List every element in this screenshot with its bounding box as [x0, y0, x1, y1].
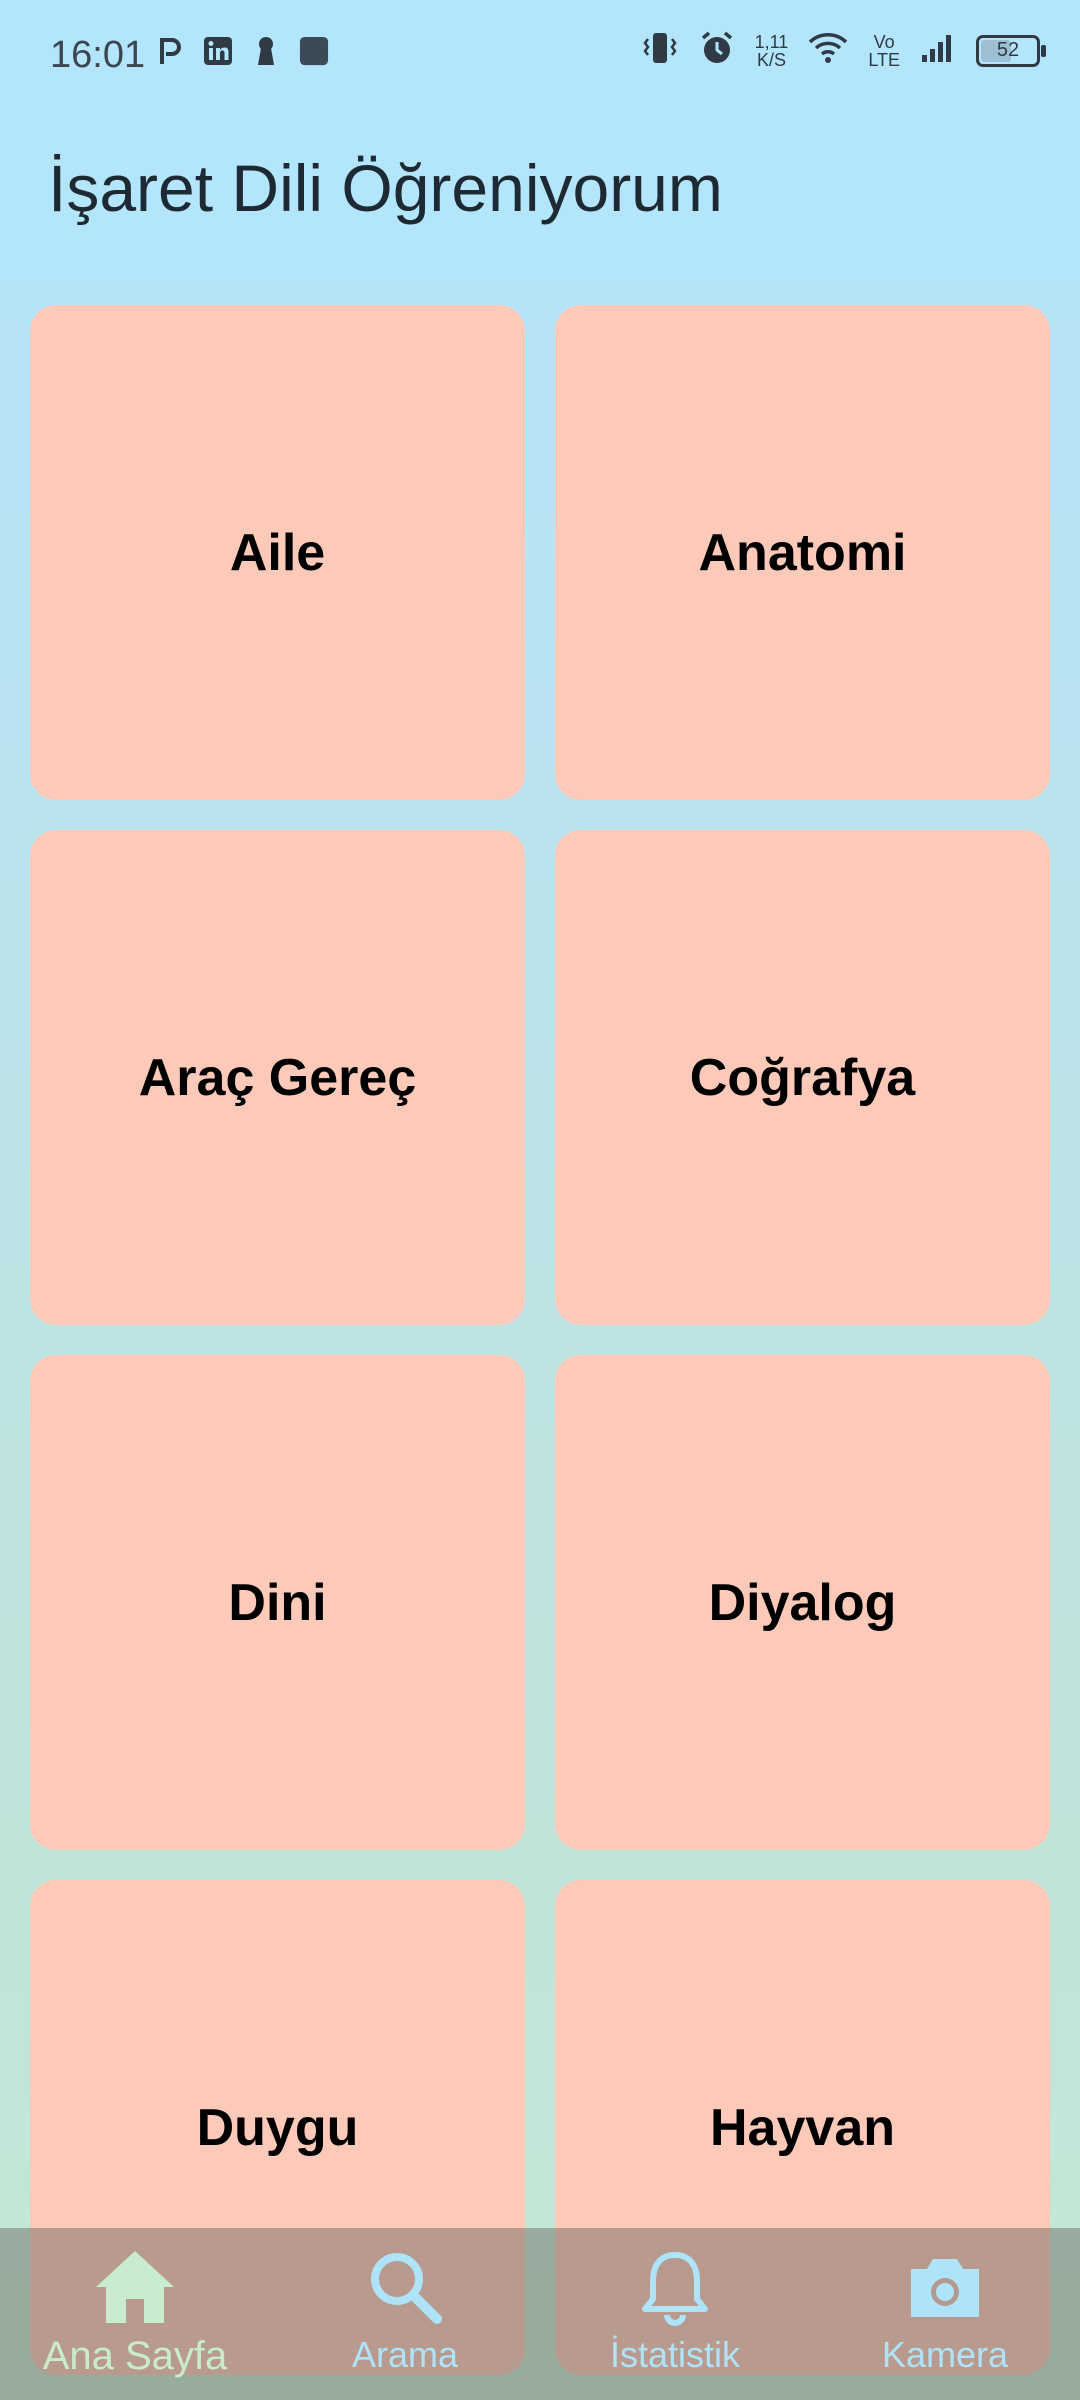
- nav-label: Kamera: [881, 2334, 1009, 2375]
- vibrate-icon: [641, 31, 679, 70]
- volte-bottom: LTE: [868, 49, 900, 70]
- category-card-dini[interactable]: Dini: [30, 1355, 525, 1850]
- status-bar: 16:01 1,11 K/S Vo LTE 52: [0, 0, 1080, 110]
- alarm-icon: [699, 30, 735, 71]
- battery-level: 52: [996, 39, 1020, 61]
- camera-icon: [900, 2242, 990, 2332]
- category-label: Duygu: [196, 2098, 359, 2157]
- system-status-icons: 1,11 K/S Vo LTE 52: [641, 30, 1046, 71]
- category-card-arac-gerec[interactable]: Araç Gereç: [30, 830, 525, 1325]
- category-label: Dini: [228, 1573, 327, 1632]
- battery-icon: 52: [976, 34, 1046, 67]
- category-label: Diyalog: [708, 1573, 897, 1632]
- category-card-anatomi[interactable]: Anatomi: [555, 305, 1050, 800]
- linkedin-icon: [203, 36, 233, 66]
- net-speed: 1,11 K/S: [755, 33, 789, 69]
- bottom-nav: Ana Sayfa Arama İstatistik Kamera: [0, 2228, 1080, 2400]
- category-label: Coğrafya: [689, 1048, 916, 1107]
- p-icon: [155, 36, 185, 66]
- nav-item-istatistik[interactable]: İstatistik: [540, 2228, 810, 2400]
- app-bar: İşaret Dili Öğreniyorum: [0, 110, 1080, 280]
- category-card-diyalog[interactable]: Diyalog: [555, 1355, 1050, 1850]
- home-icon: [90, 2242, 180, 2332]
- bell-icon: [630, 2242, 720, 2332]
- category-card-cografya[interactable]: Coğrafya: [555, 830, 1050, 1325]
- notification-icons: [155, 36, 329, 66]
- status-time: 16:01: [50, 34, 146, 76]
- search-icon: [360, 2242, 450, 2332]
- nav-label: Ana Sayfa: [42, 2334, 228, 2378]
- nav-label: Arama: [351, 2334, 459, 2375]
- square-icon: [299, 36, 329, 66]
- category-label: Aile: [229, 523, 326, 582]
- category-label: Araç Gereç: [138, 1048, 417, 1107]
- wifi-icon: [808, 32, 848, 69]
- net-speed-value: 1,11: [754, 31, 789, 52]
- net-speed-unit: K/S: [756, 49, 786, 70]
- keyhole-icon: [251, 36, 281, 66]
- signal-icon: [920, 33, 956, 68]
- nav-item-ana-sayfa[interactable]: Ana Sayfa: [0, 2228, 270, 2400]
- nav-label: İstatistik: [609, 2334, 741, 2375]
- category-label: Anatomi: [698, 523, 907, 582]
- volte-indicator: Vo LTE: [868, 33, 900, 69]
- category-label: Hayvan: [710, 2098, 895, 2157]
- page-title: İşaret Dili Öğreniyorum: [48, 151, 723, 225]
- category-card-aile[interactable]: Aile: [30, 305, 525, 800]
- volte-top: Vo: [873, 31, 895, 52]
- nav-item-kamera[interactable]: Kamera: [810, 2228, 1080, 2400]
- nav-item-arama[interactable]: Arama: [270, 2228, 540, 2400]
